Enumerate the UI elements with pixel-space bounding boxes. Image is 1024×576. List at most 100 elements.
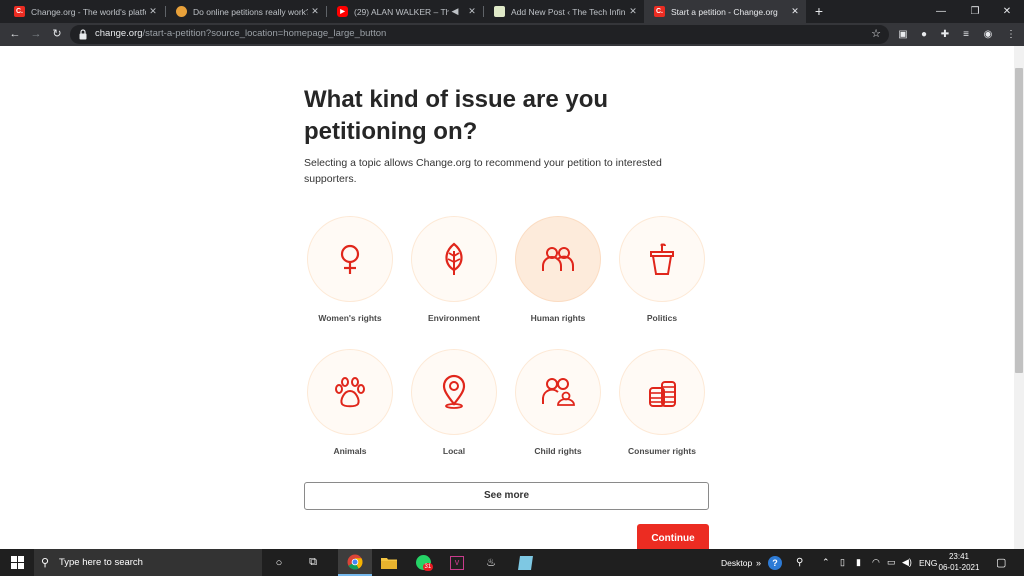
close-window-button[interactable]: ✕ — [990, 0, 1024, 23]
media-control-icon[interactable]: ≡ — [957, 26, 975, 43]
parent-child-icon — [542, 378, 575, 406]
windows-logo-icon — [10, 556, 24, 569]
topic-circle-selected — [515, 216, 601, 302]
coin-stack-icon — [649, 381, 676, 407]
tab-wordpress[interactable]: Add New Post ‹ The Tech Infinite ✕ — [484, 0, 644, 23]
tab-start-petition[interactable]: C. Start a petition - Change.org ✕ — [644, 0, 806, 23]
close-icon[interactable]: ✕ — [308, 6, 322, 17]
topic-label: Human rights — [530, 313, 586, 323]
windows-taskbar: ⚲ Type here to search ○ ⧉ 31 v ♨ Desktop… — [0, 549, 1024, 576]
profile-avatar-icon[interactable]: ◉ — [979, 26, 997, 43]
orange-circle-icon — [176, 6, 187, 17]
topic-label: Child rights — [534, 446, 582, 456]
notification-center-icon[interactable]: ▢ — [996, 549, 1006, 576]
whatsapp-icon[interactable]: 31 — [406, 549, 440, 576]
change-org-icon: C. — [14, 6, 25, 17]
topic-local[interactable]: Local — [404, 349, 504, 479]
tab-online-petitions[interactable]: Do online petitions really work? ✕ — [166, 0, 326, 23]
topic-label: Animals — [333, 446, 367, 456]
topic-label: Women's rights — [318, 313, 382, 323]
scrollbar[interactable] — [1014, 46, 1024, 549]
change-org-icon: C. — [654, 6, 665, 17]
topic-circle — [411, 349, 497, 435]
close-icon[interactable]: ✕ — [626, 6, 640, 17]
more-menu-icon[interactable]: ⋮ — [1002, 26, 1020, 43]
tab-title: Add New Post ‹ The Tech Infinite — [511, 6, 626, 17]
forward-button[interactable]: → — [27, 26, 45, 43]
desktop-toolbar-label[interactable]: Desktop — [721, 549, 752, 576]
topic-human-rights[interactable]: Human rights — [508, 216, 608, 346]
topic-label: Consumer rights — [627, 446, 696, 456]
topic-consumer-rights[interactable]: Consumer rights — [612, 349, 712, 479]
battery-icon[interactable]: ▭ — [887, 549, 896, 576]
url-text: change.org/start-a-petition?source_locat… — [95, 28, 387, 39]
topic-politics[interactable]: Politics — [612, 216, 712, 346]
restore-button[interactable]: ❐ — [958, 0, 992, 23]
folder-icon — [381, 558, 397, 569]
topic-circle — [619, 216, 705, 302]
female-symbol-icon — [340, 244, 360, 274]
topic-circle — [619, 349, 705, 435]
page-viewport: What kind of issue are you petitioning o… — [0, 46, 1024, 549]
taskbar-search-box[interactable]: ⚲ Type here to search — [34, 549, 262, 576]
extension-icon[interactable]: ● — [915, 26, 933, 43]
back-button[interactable]: ← — [6, 26, 24, 43]
cortana-icon[interactable]: ○ — [262, 549, 296, 576]
topic-circle — [307, 216, 393, 302]
tab-title: (29) ALAN WALKER – The Sp — [354, 6, 449, 17]
page-subtitle: Selecting a topic allows Change.org to r… — [304, 157, 662, 185]
close-icon[interactable]: ✕ — [788, 6, 802, 17]
chrome-icon — [347, 554, 363, 569]
topic-womens-rights[interactable]: Women's rights — [300, 216, 400, 346]
people-icon — [542, 247, 575, 271]
chevron-up-icon[interactable]: ⌃ — [822, 549, 830, 576]
tab-title: Start a petition - Change.org — [671, 6, 778, 17]
clock-time: 23:41 — [948, 552, 970, 561]
clock-date: 06-01-2021 — [938, 563, 980, 572]
continue-button[interactable]: Continue — [637, 524, 709, 549]
tab-change-org-home[interactable]: C. Change.org - The world's platform ✕ — [4, 0, 164, 23]
close-icon[interactable]: ✕ — [146, 6, 160, 17]
people-tray-icon[interactable]: ⚲ — [796, 549, 803, 576]
address-bar[interactable]: change.org/start-a-petition?source_locat… — [70, 25, 889, 44]
clock[interactable]: 23:41 06-01-2021 — [934, 551, 984, 573]
youtube-icon: ▶ — [337, 6, 348, 17]
file-explorer-icon[interactable] — [372, 549, 406, 576]
speaker-icon[interactable]: ◀ — [449, 6, 461, 17]
notepad-app-icon[interactable] — [508, 549, 542, 576]
start-button[interactable] — [0, 549, 34, 576]
topic-child-rights[interactable]: Child rights — [508, 349, 608, 479]
new-tab-button[interactable]: + — [811, 3, 827, 19]
task-view-icon[interactable]: ⧉ — [296, 549, 330, 576]
topic-animals[interactable]: Animals — [300, 349, 400, 479]
scrollbar-thumb[interactable] — [1015, 68, 1023, 373]
minimize-button[interactable]: — — [924, 0, 958, 23]
search-placeholder: Type here to search — [59, 557, 143, 568]
topic-circle — [307, 349, 393, 435]
notification-badge: 31 — [422, 563, 434, 571]
chrome-taskbar-icon[interactable] — [338, 549, 372, 576]
see-more-button[interactable]: See more — [304, 482, 709, 510]
topic-label: Politics — [646, 313, 678, 323]
leaf-icon — [445, 242, 463, 275]
extensions-puzzle-icon[interactable]: ✚ — [936, 26, 954, 43]
wordpress-icon — [494, 6, 505, 17]
microphone-icon[interactable]: ▮ — [856, 549, 861, 576]
app-tray-icon[interactable]: ▯ — [840, 549, 845, 576]
steam-icon[interactable]: ♨ — [474, 549, 508, 576]
topic-circle — [515, 349, 601, 435]
help-icon[interactable]: ? — [768, 549, 782, 576]
close-icon[interactable]: ✕ — [465, 6, 479, 17]
wifi-icon[interactable]: ◠ — [872, 549, 880, 576]
media-app-icon[interactable]: v — [440, 549, 474, 576]
tab-youtube[interactable]: ▶ (29) ALAN WALKER – The Sp ◀ ✕ — [327, 0, 483, 23]
volume-icon[interactable]: ◀) — [902, 549, 912, 576]
bookmark-star-icon[interactable]: ☆ — [871, 27, 881, 40]
podium-icon — [650, 243, 674, 275]
extension-icon[interactable]: ▣ — [894, 26, 912, 43]
map-pin-icon — [442, 374, 466, 409]
tab-title: Do online petitions really work? — [193, 6, 308, 17]
chevron-right-icon[interactable]: » — [756, 549, 761, 576]
reload-button[interactable]: ↻ — [48, 26, 66, 43]
topic-environment[interactable]: Environment — [404, 216, 504, 346]
